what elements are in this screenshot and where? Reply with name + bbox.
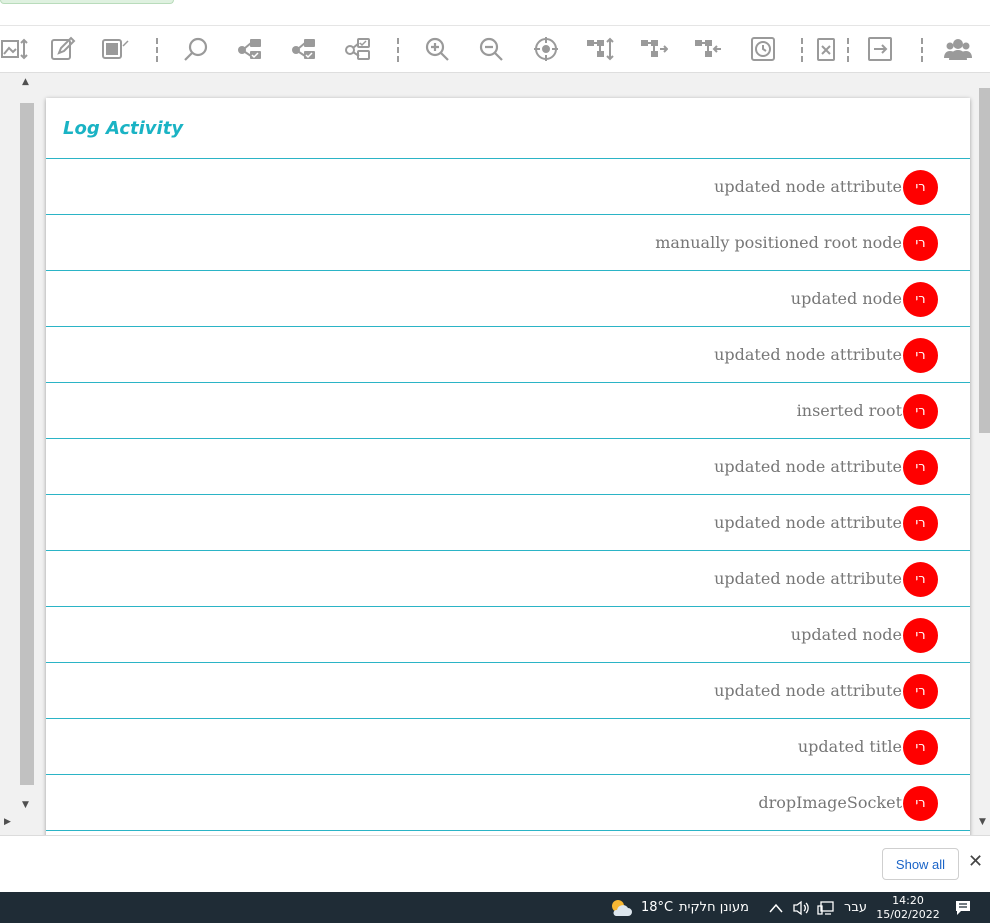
scroll-up-arrow-icon[interactable]: ▲ <box>22 77 29 87</box>
log-entry-text: updated node attribute <box>714 457 902 476</box>
avatar[interactable]: רי <box>903 282 938 317</box>
log-activity-panel: Log Activity updated node attribute רי man… <box>46 98 970 838</box>
toolbar-separator <box>847 38 849 62</box>
temperature[interactable]: 18°C <box>641 892 673 923</box>
avatar[interactable]: רי <box>903 338 938 373</box>
image-attach-icon[interactable] <box>100 35 130 63</box>
left-scrollbar[interactable]: ▲ ▼ <box>10 73 34 833</box>
weather-text[interactable]: מעונן חלקית <box>679 892 749 923</box>
toolbar-separator <box>921 38 923 62</box>
log-entry-text: updated title <box>797 737 902 756</box>
users-icon[interactable] <box>943 35 973 63</box>
avatar[interactable]: רי <box>903 226 938 261</box>
show-all-button[interactable]: Show all <box>882 848 959 880</box>
log-list: updated node attribute רי manually positio… <box>46 159 970 831</box>
log-entry-text: inserted root <box>796 401 902 420</box>
right-scrollbar-thumb[interactable] <box>979 88 990 433</box>
network-icon[interactable] <box>817 892 835 923</box>
log-entry-text: dropImageSocket <box>758 793 902 812</box>
notification-bar <box>0 0 174 4</box>
top-strip <box>0 0 990 26</box>
scroll-down-arrow-icon[interactable]: ▼ <box>22 800 29 810</box>
tree-left-icon[interactable] <box>693 35 723 63</box>
avatar[interactable]: רי <box>903 730 938 765</box>
scrollbar-thumb[interactable] <box>20 103 34 785</box>
language-indicator[interactable]: עבר <box>844 892 867 923</box>
node-check-icon[interactable] <box>343 35 373 63</box>
avatar[interactable]: רי <box>903 786 938 821</box>
image-resize-icon[interactable] <box>0 35 30 63</box>
log-entry-text: manually positioned root node <box>655 233 902 252</box>
log-entry-text: updated node attribute <box>714 177 902 196</box>
avatar[interactable]: רי <box>903 618 938 653</box>
zoom-in-icon[interactable] <box>422 35 452 63</box>
clock-date: 15/02/2022 <box>876 908 940 921</box>
avatar[interactable]: רי <box>903 170 938 205</box>
clock[interactable]: 14:20 15/02/2022 <box>873 894 943 922</box>
log-entry: updated node attribute רי <box>46 663 970 719</box>
log-entry-text: updated node <box>790 289 902 308</box>
close-document-icon[interactable] <box>811 35 841 63</box>
panel-title: Log Activity <box>46 98 970 159</box>
log-entry: updated node רי <box>46 607 970 663</box>
log-entry: updated node attribute רי <box>46 159 970 215</box>
node-check-icon[interactable] <box>235 35 265 63</box>
avatar[interactable]: רי <box>903 450 938 485</box>
chevron-up-icon[interactable] <box>769 892 783 923</box>
search-icon[interactable] <box>181 35 211 63</box>
log-entry: dropImageSocket רי <box>46 775 970 831</box>
log-entry-text: updated node attribute <box>714 569 902 588</box>
log-entry: manually positioned root node רי <box>46 215 970 271</box>
edit-icon[interactable] <box>48 35 78 63</box>
toolbar <box>0 26 990 73</box>
exit-icon[interactable] <box>865 35 895 63</box>
zoom-out-icon[interactable] <box>476 35 506 63</box>
weather-icon[interactable] <box>610 892 632 923</box>
tree-right-icon[interactable] <box>639 35 669 63</box>
crosshair-icon[interactable] <box>531 35 561 63</box>
notification-icon[interactable] <box>955 892 971 923</box>
log-entry: inserted root רי <box>46 383 970 439</box>
scroll-left-arrow-icon[interactable]: ▶ <box>4 817 11 827</box>
log-entry: updated title רי <box>46 719 970 775</box>
toolbar-separator <box>801 38 803 62</box>
avatar[interactable]: רי <box>903 562 938 597</box>
volume-icon[interactable] <box>792 892 810 923</box>
avatar[interactable]: רי <box>903 506 938 541</box>
log-entry: updated node attribute רי <box>46 551 970 607</box>
avatar[interactable]: רי <box>903 394 938 429</box>
avatar[interactable]: רי <box>903 674 938 709</box>
log-entry-text: updated node attribute <box>714 681 902 700</box>
log-entry-text: updated node attribute <box>714 345 902 364</box>
scroll-right-arrow-icon[interactable]: ▼ <box>979 817 986 827</box>
log-entry: updated node attribute רי <box>46 327 970 383</box>
log-entry: updated node attribute רי <box>46 495 970 551</box>
close-icon[interactable]: ✕ <box>968 851 983 872</box>
toolbar-separator <box>397 38 399 62</box>
history-icon[interactable] <box>748 35 778 63</box>
log-entry: updated node רי <box>46 271 970 327</box>
log-entry-text: updated node attribute <box>714 513 902 532</box>
log-entry-text: updated node <box>790 625 902 644</box>
clock-time: 14:20 <box>892 894 924 907</box>
toolbar-separator <box>156 38 158 62</box>
log-entry: updated node attribute רי <box>46 439 970 495</box>
taskbar: 18°C מעונן חלקית עבר 14:20 15/02/2022 <box>0 892 990 923</box>
tree-vertical-icon[interactable] <box>585 35 615 63</box>
node-check-icon[interactable] <box>289 35 319 63</box>
download-bar: Show all ✕ <box>0 835 990 892</box>
